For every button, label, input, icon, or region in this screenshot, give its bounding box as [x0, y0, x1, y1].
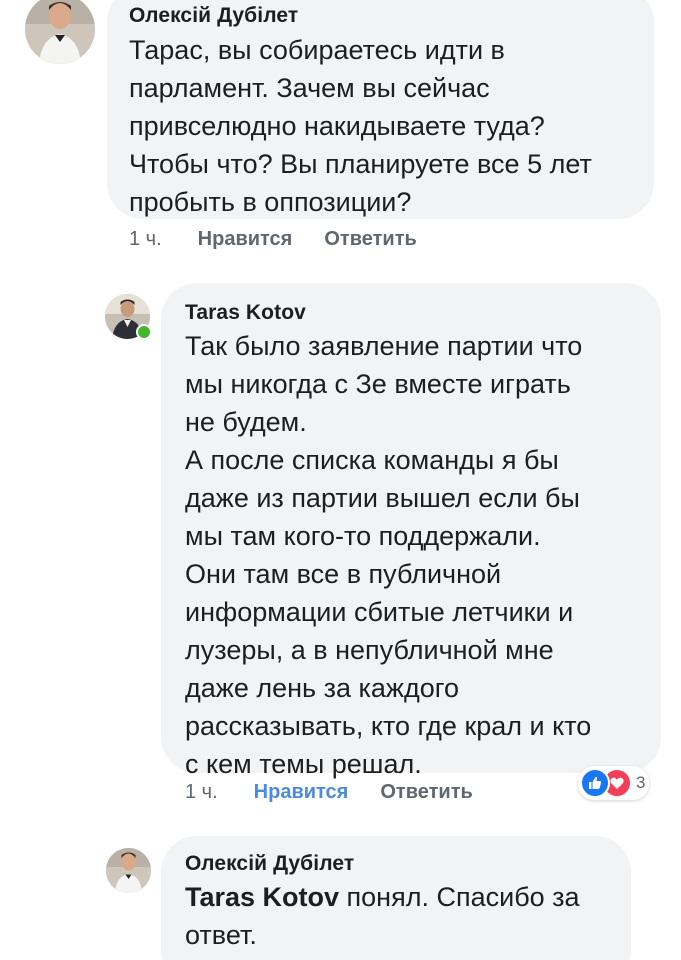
comment-bubble-1: Олексій Дубілет Тарас, вы собираетесь ид…: [107, 0, 654, 219]
like-icon: [580, 768, 610, 798]
comments-thread: Олексій Дубілет Тарас, вы собираетесь ид…: [0, 0, 681, 960]
comment-text: Тарас, вы собираетесь идти в парламент. …: [129, 35, 592, 217]
comment-bubble-3: Олексій Дубілет Taras Kotov понял. Спаси…: [161, 836, 631, 960]
comment-timestamp[interactable]: 1 ч.: [129, 228, 162, 251]
reply-button[interactable]: Ответить: [380, 781, 472, 804]
reply-button[interactable]: Ответить: [324, 228, 416, 251]
comment-author[interactable]: Taras Kotov: [185, 301, 641, 325]
avatar-oleksii-dubilet[interactable]: [25, 0, 95, 64]
reaction-count: 3: [636, 773, 646, 792]
avatar-oleksii-dubilet[interactable]: [106, 848, 151, 893]
comment-bubble-2: Taras Kotov Так было заявление партии чт…: [161, 283, 661, 779]
online-status-indicator: [136, 324, 152, 340]
comment-author[interactable]: Олексій Дубілет: [185, 852, 611, 876]
comment-author[interactable]: Олексій Дубілет: [129, 4, 634, 28]
comment-text: Так было заявление партии что мы никогда…: [185, 331, 592, 779]
comment-text: Taras Kotov понял. Спасибо за ответ.: [185, 878, 611, 954]
comment-actions-2: 1 ч. Нравится Ответить: [185, 781, 473, 804]
like-button[interactable]: Нравится: [254, 781, 349, 804]
comment-actions-1: 1 ч. Нравится Ответить: [129, 228, 417, 251]
like-button[interactable]: Нравится: [198, 228, 293, 251]
mention-link[interactable]: Taras Kotov: [185, 882, 339, 912]
reactions-summary[interactable]: 3: [578, 766, 650, 800]
comment-timestamp[interactable]: 1 ч.: [185, 781, 218, 804]
